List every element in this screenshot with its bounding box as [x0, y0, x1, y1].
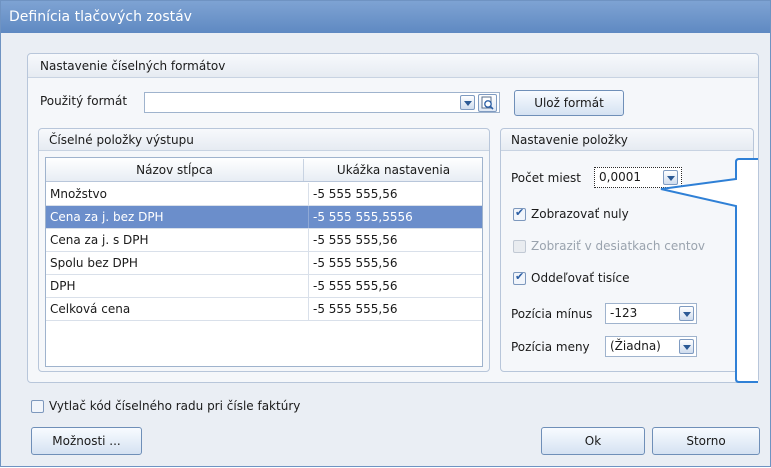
- print-code-checkbox[interactable]: [31, 400, 44, 413]
- options-button[interactable]: Možnosti ...: [31, 427, 142, 455]
- callout-bubble: [660, 158, 758, 383]
- print-code-label: Vytlač kód číselného radu pri čísle fakt…: [49, 399, 301, 413]
- ok-button[interactable]: Ok: [541, 427, 645, 455]
- cancel-button[interactable]: Storno: [652, 427, 760, 455]
- dialog-window: Definícia tlačových zostáv Nastavenie čí…: [0, 0, 771, 467]
